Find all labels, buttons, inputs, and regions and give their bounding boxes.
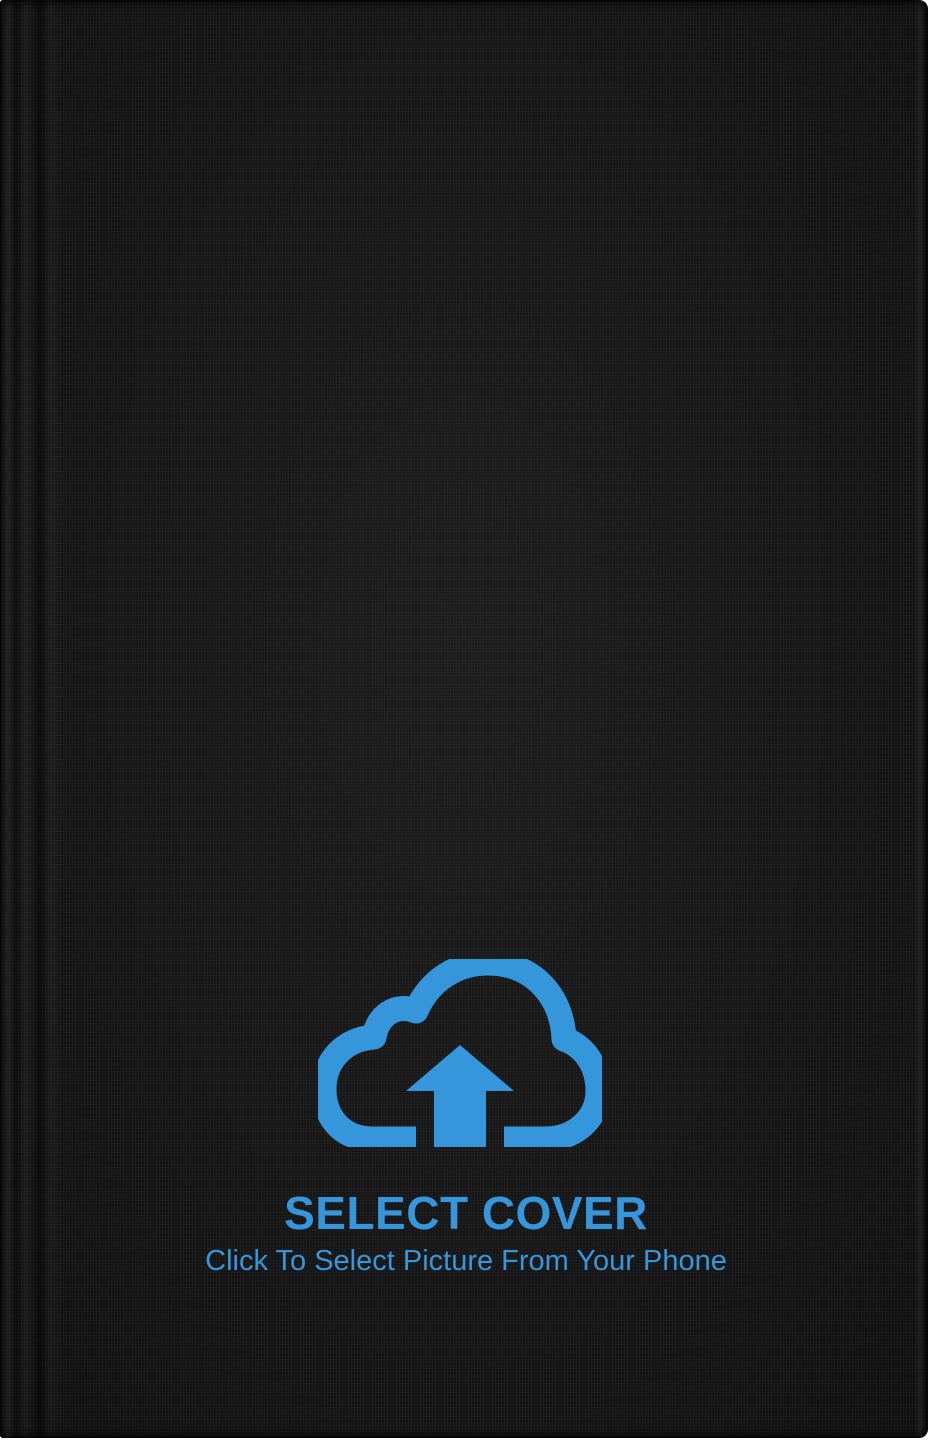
cloud-upload-icon xyxy=(318,959,602,1147)
book-edge-bottom xyxy=(0,1426,928,1438)
book-edge-top xyxy=(0,0,928,10)
select-cover-button[interactable]: SELECT COVER Click To Select Picture Fro… xyxy=(0,955,932,1285)
select-cover-title: SELECT COVER xyxy=(284,1187,648,1239)
select-cover-subtitle: Click To Select Picture From Your Phone xyxy=(205,1245,727,1277)
